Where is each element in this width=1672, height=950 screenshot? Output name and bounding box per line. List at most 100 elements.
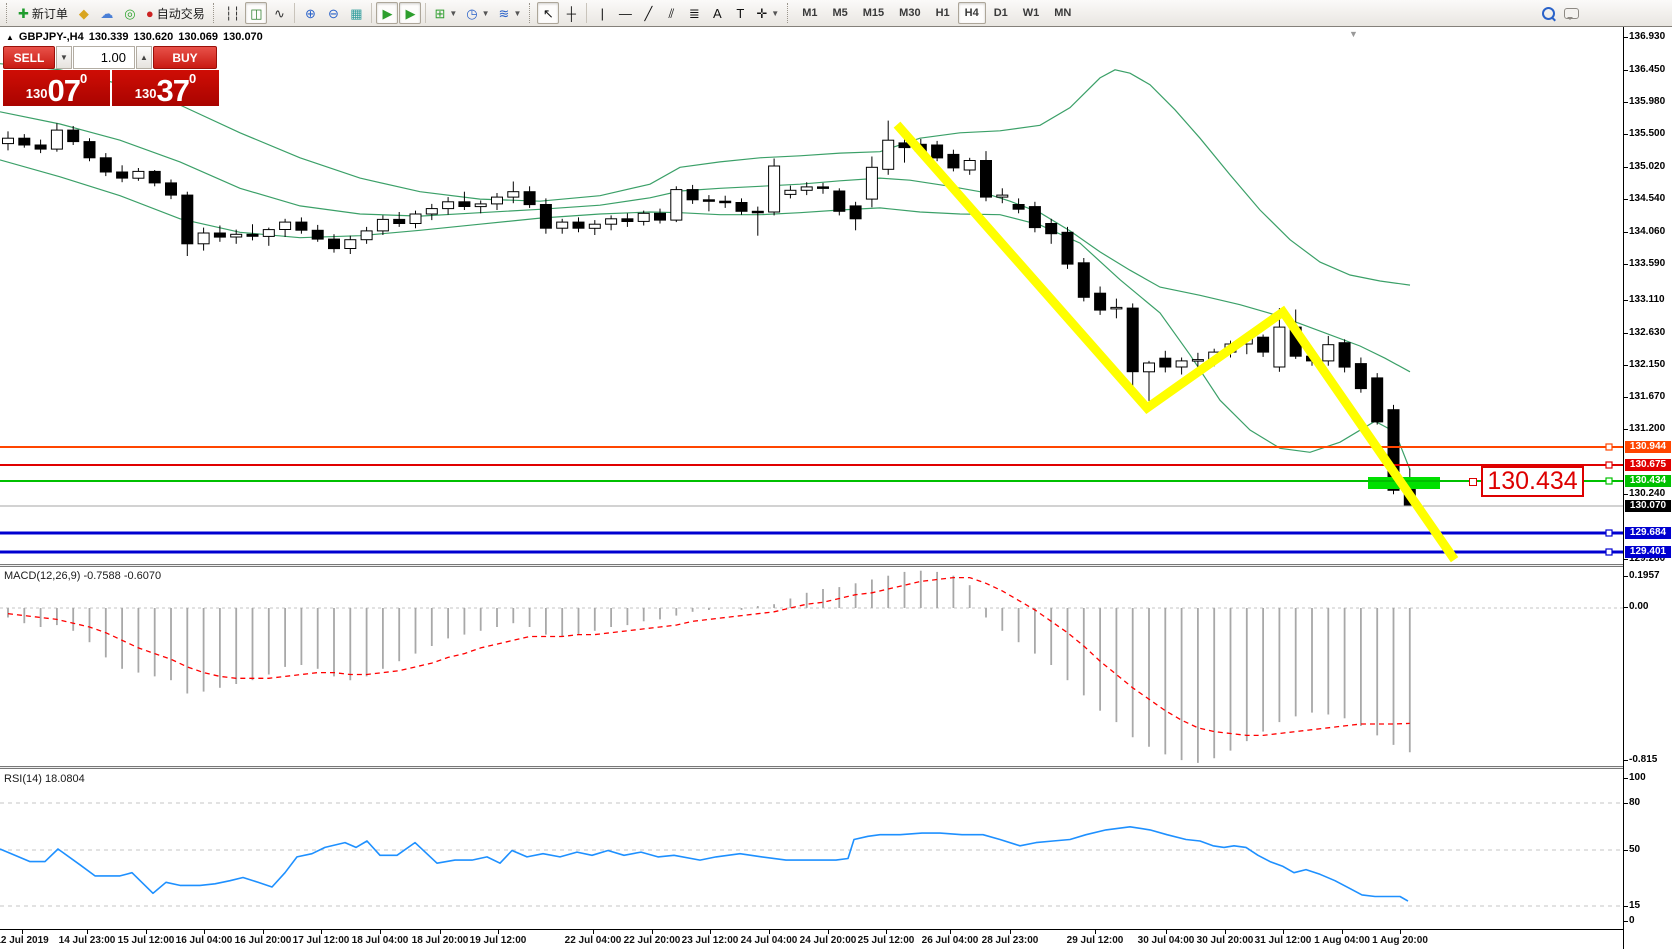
volume-increase-button[interactable]: ▲ [136, 46, 152, 69]
toolbar-grip[interactable] [787, 3, 791, 23]
rsi-pane[interactable] [0, 769, 1623, 929]
sell-price-box[interactable]: 130 07 0 [3, 70, 110, 106]
axis-price-label: 134.060 [1629, 226, 1665, 237]
horizontal-line-button[interactable]: — [614, 2, 636, 24]
sell-button[interactable]: SELL [3, 46, 55, 69]
time-label: 24 Jul 20:00 [800, 935, 857, 946]
zoom-out-button[interactable]: ⊖ [322, 2, 344, 24]
time-tick [146, 930, 147, 934]
axis-tick [1624, 167, 1628, 168]
auto-scroll-icon: ▶ [382, 7, 392, 20]
toolbar-grip[interactable] [6, 3, 10, 23]
toolbar: ✚新订单◆☁◎●自动交易┆┆◫∿⊕⊖▦▶▶⊞▼◷▼≋▼↖┼|—╱⫽≣AT✛▼M1… [0, 0, 1672, 27]
time-axis[interactable]: 12 Jul 201914 Jul 23:0015 Jul 12:0016 Ju… [0, 929, 1623, 950]
time-label: 31 Jul 12:00 [1255, 935, 1312, 946]
price-callout-label[interactable]: 130.434 [1481, 466, 1584, 497]
axis-tick [1624, 850, 1628, 851]
buy-price-box[interactable]: 130 37 0 [112, 70, 219, 106]
signals-button[interactable]: ◎ [119, 2, 141, 24]
time-tick [1095, 930, 1096, 934]
tile-windows-button[interactable]: ▦ [345, 2, 367, 24]
vertical-line-button[interactable]: | [591, 2, 613, 24]
axis-price-label: 132.150 [1629, 359, 1665, 370]
bar-open-value: 130.339 [89, 31, 129, 43]
person-cloud-icon: ☁ [100, 7, 113, 20]
period-button[interactable]: ◷▼ [462, 2, 493, 24]
axis-price-label: 135.980 [1629, 96, 1665, 107]
toolbar-grip[interactable] [213, 3, 217, 23]
axis-price-label: 133.110 [1629, 294, 1665, 305]
hline-anchor-handle[interactable] [1606, 549, 1612, 555]
time-label: 19 Jul 12:00 [470, 935, 527, 946]
bar-chart-button[interactable]: ┆┆ [221, 2, 245, 24]
cursor-button[interactable]: ↖ [537, 2, 559, 24]
timeframe-mn-button[interactable]: MN [1047, 2, 1078, 24]
time-tick [593, 930, 594, 934]
toolbar-grip[interactable] [529, 3, 533, 23]
volume-input[interactable] [73, 46, 135, 69]
axis-tick [1624, 576, 1628, 577]
text-label-button[interactable]: T [729, 2, 751, 24]
macd-pane[interactable] [0, 567, 1623, 766]
gold-cone-icon: ◆ [79, 7, 89, 20]
timeframe-m30-button[interactable]: M30 [892, 2, 927, 24]
buy-button[interactable]: BUY [153, 46, 217, 69]
timeframe-m1-button[interactable]: M1 [795, 2, 824, 24]
news-button[interactable]: ◆ [73, 2, 95, 24]
chat-button[interactable] [1560, 2, 1583, 24]
time-tick [440, 930, 441, 934]
new-chart-button[interactable]: ⊞▼ [430, 2, 461, 24]
chart-shift-marker-icon[interactable]: ▼ [1349, 29, 1358, 39]
timeframe-m15-button[interactable]: M15 [856, 2, 891, 24]
chart-shift-button[interactable]: ▶ [399, 2, 421, 24]
trendline-button[interactable]: ╱ [637, 2, 659, 24]
time-label: 1 Aug 04:00 [1314, 935, 1370, 946]
chevron-down-icon[interactable]: ▼ [482, 9, 490, 18]
candlestick-chart-button[interactable]: ◫ [245, 2, 267, 24]
crosshair-button[interactable]: ┼ [560, 2, 582, 24]
time-label: 12 Jul 2019 [0, 935, 49, 946]
search-button[interactable] [1537, 2, 1559, 24]
line-chart-button[interactable]: ∿ [268, 2, 290, 24]
bar-close-value: 130.070 [223, 31, 263, 43]
new-chart-icon: ⊞ [434, 7, 445, 20]
auto-scroll-button[interactable]: ▶ [376, 2, 398, 24]
arrows-icon: ✛ [756, 7, 767, 20]
indicators-button[interactable]: ≋▼ [495, 2, 526, 24]
fibonacci-button[interactable]: ≣ [683, 2, 705, 24]
timeframe-m5-button[interactable]: M5 [825, 2, 854, 24]
timeframe-w1-button[interactable]: W1 [1016, 2, 1047, 24]
chevron-down-icon[interactable]: ▼ [771, 9, 779, 18]
sell-price-prefix: 130 [26, 86, 48, 101]
price-badge: 130.434 [1625, 475, 1671, 487]
timeframe-h1-button[interactable]: H1 [929, 2, 957, 24]
axis-tick [1624, 264, 1628, 265]
volume-decrease-button[interactable]: ▼ [56, 46, 72, 69]
chevron-down-icon[interactable]: ▼ [449, 9, 457, 18]
hline-anchor-handle[interactable] [1606, 478, 1612, 484]
timeframe-d1-button[interactable]: D1 [987, 2, 1015, 24]
text-button[interactable]: A [706, 2, 728, 24]
crosshair-icon: ┼ [567, 7, 576, 20]
timeframe-h4-button[interactable]: H4 [958, 2, 986, 24]
chevron-down-icon[interactable]: ▼ [513, 9, 521, 18]
new-order-button[interactable]: ✚新订单 [14, 2, 72, 24]
collapse-arrow-icon[interactable]: ▲ [6, 33, 14, 42]
community-button[interactable]: ☁ [96, 2, 118, 24]
time-tick [22, 930, 23, 934]
main-chart-pane[interactable] [0, 28, 1623, 564]
channel-button[interactable]: ⫽ [660, 2, 682, 24]
hline-anchor-handle[interactable] [1606, 530, 1612, 536]
hline-anchor-handle[interactable] [1606, 444, 1612, 450]
zoom-in-button[interactable]: ⊕ [299, 2, 321, 24]
toolbar-separator [425, 3, 426, 23]
symbol-info-bar[interactable]: ▲ GBPJPY-,H4 130.339 130.620 130.069 130… [6, 31, 263, 43]
arrows-button[interactable]: ✛▼ [752, 2, 783, 24]
toolbar-separator [294, 3, 295, 23]
callout-anchor-handle[interactable] [1469, 478, 1477, 486]
hline-anchor-handle[interactable] [1606, 462, 1612, 468]
time-tick [1225, 930, 1226, 934]
autotrading-button[interactable]: ●自动交易 [142, 2, 209, 24]
price-axis[interactable]: 136.930136.450135.980135.500135.020134.5… [1623, 27, 1672, 949]
time-label: 1 Aug 20:00 [1372, 935, 1428, 946]
